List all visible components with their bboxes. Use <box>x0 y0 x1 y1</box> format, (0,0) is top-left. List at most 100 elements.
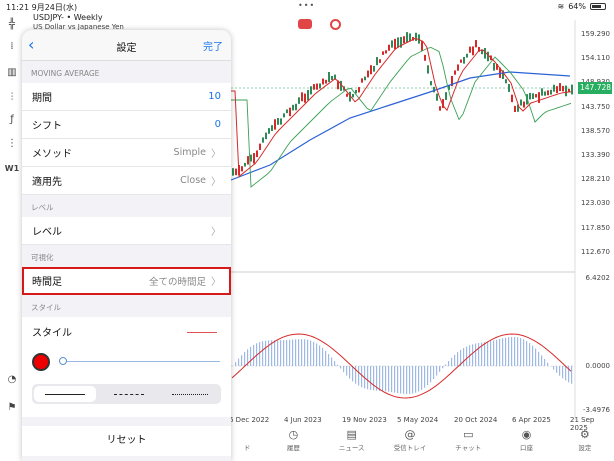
candle <box>493 62 495 71</box>
candle <box>331 76 333 81</box>
histogram-bar <box>442 366 444 369</box>
candle <box>541 88 543 96</box>
candle <box>352 93 354 98</box>
candle <box>241 166 243 172</box>
apply-to-label: 適用先 <box>32 177 62 188</box>
candle <box>307 89 309 101</box>
style-block: スタイル <box>22 317 231 417</box>
candle <box>439 106 441 111</box>
ma-red-line <box>231 37 572 178</box>
more-icon[interactable]: ⋮ <box>4 138 20 149</box>
candle <box>355 89 357 94</box>
histogram-bar <box>310 340 312 366</box>
histogram-bar <box>523 339 525 366</box>
histogram-bar <box>268 340 270 366</box>
histogram-bar <box>244 352 246 366</box>
timeframe-button[interactable]: W1 <box>4 164 20 173</box>
histogram-bar <box>562 366 564 379</box>
timeframe-row[interactable]: 時間足 全ての時間足 〉 <box>22 267 231 295</box>
line-style-solid[interactable] <box>34 386 96 402</box>
candle <box>253 153 255 164</box>
candle <box>283 113 285 118</box>
method-row[interactable]: メソッド Simple 〉 <box>22 139 231 167</box>
histogram-bar <box>298 339 300 366</box>
candle <box>406 32 408 43</box>
line-width-slider[interactable] <box>62 361 220 362</box>
color-picker-button[interactable] <box>32 353 50 371</box>
period-row[interactable]: 期間 10 <box>22 83 231 111</box>
tab-settings[interactable]: ⚙ 設定 <box>565 428 605 461</box>
histogram-bar <box>358 366 360 386</box>
flag-icon[interactable]: ⚑ <box>4 402 20 413</box>
period-value[interactable]: 10 <box>208 91 221 102</box>
shift-value[interactable]: 0 <box>215 119 221 130</box>
candle <box>304 93 306 103</box>
candle <box>388 44 390 51</box>
histogram-bar <box>331 357 333 366</box>
candle <box>301 92 303 102</box>
price-axis-label: 117.850 <box>581 223 610 232</box>
histogram-bar <box>547 362 549 366</box>
line-style-segmented <box>32 384 221 404</box>
candle <box>544 91 546 96</box>
objects-icon[interactable]: ⫶ <box>4 92 20 103</box>
histogram-bar <box>475 343 477 366</box>
period-icon[interactable]: ⁞ <box>4 41 20 52</box>
price-axis-label: 112.670 <box>581 247 610 256</box>
histogram-bar <box>283 340 285 366</box>
tab-history[interactable]: ◷ 履歴 <box>273 428 313 461</box>
histogram-bar <box>274 340 276 366</box>
histogram-bar <box>394 366 396 393</box>
candle <box>292 104 294 111</box>
candle <box>325 79 327 84</box>
slider-handle[interactable] <box>59 357 67 365</box>
histogram-bar <box>334 361 336 366</box>
tab-inbox[interactable]: @ 受信トレイ <box>390 428 430 461</box>
line-style-dashed[interactable] <box>98 384 160 404</box>
candle <box>250 154 252 162</box>
chart-type-icon[interactable]: ▥ <box>4 67 20 78</box>
histogram-bar <box>346 366 348 376</box>
candle <box>274 119 276 130</box>
tab-account[interactable]: ◉ 口座 <box>507 428 547 461</box>
tab-partial[interactable]: ド <box>239 428 255 461</box>
tab-news[interactable]: ▤ ニュース <box>332 428 372 461</box>
speed-icon[interactable]: ◔ <box>4 374 20 385</box>
histogram-bar <box>457 352 459 366</box>
histogram-bar <box>382 366 384 392</box>
histogram-bar <box>328 354 330 366</box>
histogram-bar <box>316 343 318 366</box>
crosshair-icon[interactable]: ╬ <box>4 19 20 30</box>
candle <box>403 36 405 44</box>
candle <box>262 137 264 143</box>
candle <box>445 92 447 100</box>
histogram-bar <box>238 358 240 366</box>
reset-button[interactable]: リセット <box>22 426 231 456</box>
histogram-bar <box>559 366 561 376</box>
candle <box>298 97 300 104</box>
histogram-bar <box>373 366 375 391</box>
candle <box>511 94 513 103</box>
line-style-dotted[interactable] <box>159 384 221 404</box>
function-icon[interactable]: ƒ <box>4 114 20 125</box>
shift-row[interactable]: シフト 0 <box>22 111 231 139</box>
history-icon: ◷ <box>288 428 299 441</box>
timeframe-label: 時間足 <box>32 277 62 288</box>
candle <box>346 93 348 97</box>
histogram-bar <box>430 366 432 383</box>
histogram-bar <box>448 361 450 366</box>
histogram-bar <box>421 366 423 390</box>
done-button[interactable]: 完了 <box>203 38 223 53</box>
histogram-bar <box>415 366 417 393</box>
histogram-bar <box>490 341 492 366</box>
section-moving-average: MOVING AVERAGE <box>31 69 100 78</box>
histogram-bar <box>529 343 531 366</box>
histogram-bar <box>400 366 402 394</box>
tab-chat[interactable]: ▭ チャット <box>448 428 488 461</box>
level-row[interactable]: レベル 〉 <box>22 217 231 245</box>
candle <box>466 53 468 58</box>
candles <box>232 32 573 176</box>
solid-line-icon <box>44 393 85 395</box>
price-axis-label: 143.750 <box>581 102 610 111</box>
apply-to-row[interactable]: 適用先 Close 〉 <box>22 167 231 195</box>
